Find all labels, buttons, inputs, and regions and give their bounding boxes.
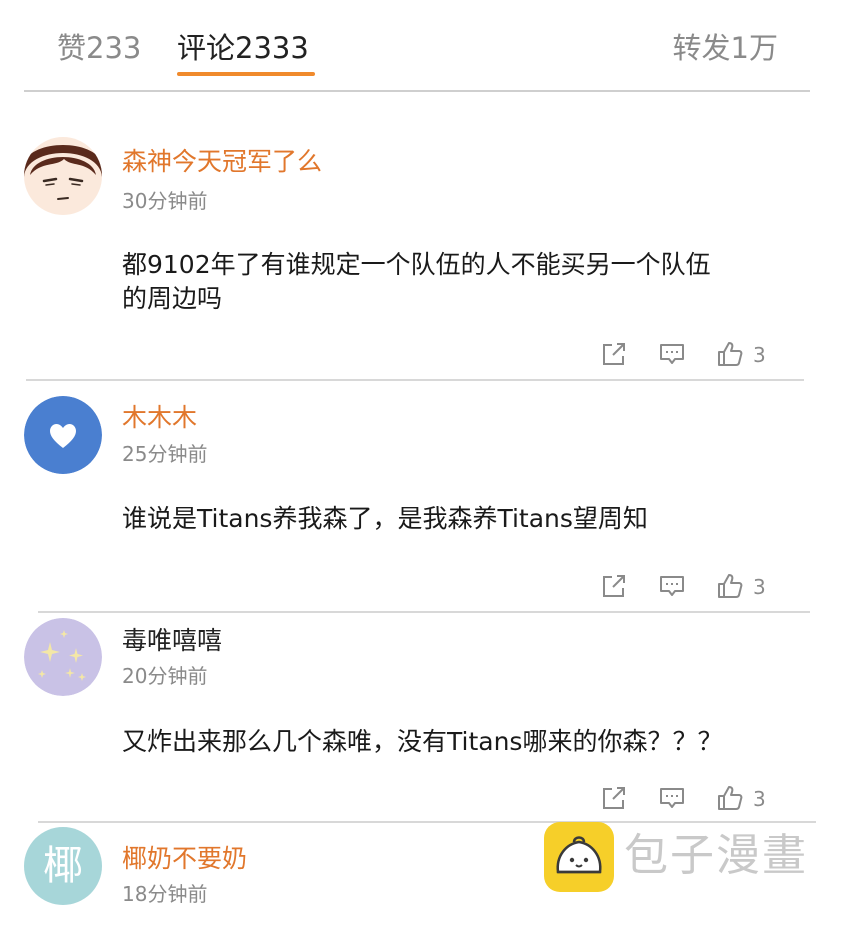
avatar[interactable]: 椰 <box>24 827 102 905</box>
avatar[interactable] <box>24 396 102 474</box>
watermark-text: 包子漫畫 <box>624 830 808 881</box>
thumbs-up-icon[interactable] <box>716 784 746 814</box>
comment-text-line: 谁说是Titans养我森了，是我森养Titans望周知 <box>122 504 648 533</box>
sparkles-avatar-icon <box>24 618 102 696</box>
comment-text-line: 都9102年了有谁规定一个队伍的人不能买另一个队伍 <box>122 250 711 279</box>
watermark: 包子漫畫 <box>544 822 834 892</box>
tab-likes[interactable]: 赞233 <box>57 28 141 68</box>
divider <box>26 379 804 381</box>
reply-icon[interactable] <box>658 340 688 370</box>
reply-icon[interactable] <box>658 784 688 814</box>
comment-username[interactable]: 木木木 <box>122 401 197 435</box>
comment-text: 又炸出来那么几个森唯，没有Titans哪来的你森？？？ <box>122 725 802 759</box>
tab-reposts[interactable]: 转发1万 <box>673 28 778 68</box>
reply-icon[interactable] <box>658 572 688 602</box>
thumbs-up-icon[interactable] <box>716 340 746 370</box>
divider <box>38 611 810 613</box>
tab-bar: 赞233 评论2333 转发1万 <box>24 0 810 92</box>
comment-timestamp: 20分钟前 <box>122 664 208 688</box>
tab-comments[interactable]: 评论2333 <box>177 28 309 68</box>
active-tab-indicator <box>177 72 315 76</box>
comment-text: 都9102年了有谁规定一个队伍的人不能买另一个队伍 的周边吗 <box>122 248 802 316</box>
share-icon[interactable] <box>600 784 630 814</box>
comment-timestamp: 18分钟前 <box>122 882 208 906</box>
comment-timestamp: 25分钟前 <box>122 442 208 466</box>
comment-timestamp: 30分钟前 <box>122 189 208 213</box>
comment-username[interactable]: 毒唯嘻嘻 <box>122 624 222 658</box>
avatar[interactable] <box>24 618 102 696</box>
comment-actions: 3 <box>600 572 800 604</box>
heart-avatar-icon <box>24 396 102 474</box>
comment-username[interactable]: 椰奶不要奶 <box>122 842 247 876</box>
like-count: 3 <box>753 787 766 811</box>
avatar[interactable] <box>24 137 102 215</box>
comment-username[interactable]: 森神今天冠军了么 <box>122 145 322 179</box>
bun-logo-icon <box>544 822 614 892</box>
like-count: 3 <box>753 575 766 599</box>
comment-actions: 3 <box>600 784 800 816</box>
share-icon[interactable] <box>600 340 630 370</box>
cartoon-face-avatar-icon <box>24 137 102 215</box>
comment-actions: 3 <box>600 340 800 372</box>
avatar-calligraphy-text: 椰 <box>43 843 83 889</box>
like-count: 3 <box>753 343 766 367</box>
comment-text: 谁说是Titans养我森了，是我森养Titans望周知 <box>122 502 802 536</box>
thumbs-up-icon[interactable] <box>716 572 746 602</box>
comment-text-line: 又炸出来那么几个森唯，没有Titans哪来的你森？？？ <box>122 727 723 756</box>
comment-text-line: 的周边吗 <box>122 284 223 313</box>
share-icon[interactable] <box>600 572 630 602</box>
